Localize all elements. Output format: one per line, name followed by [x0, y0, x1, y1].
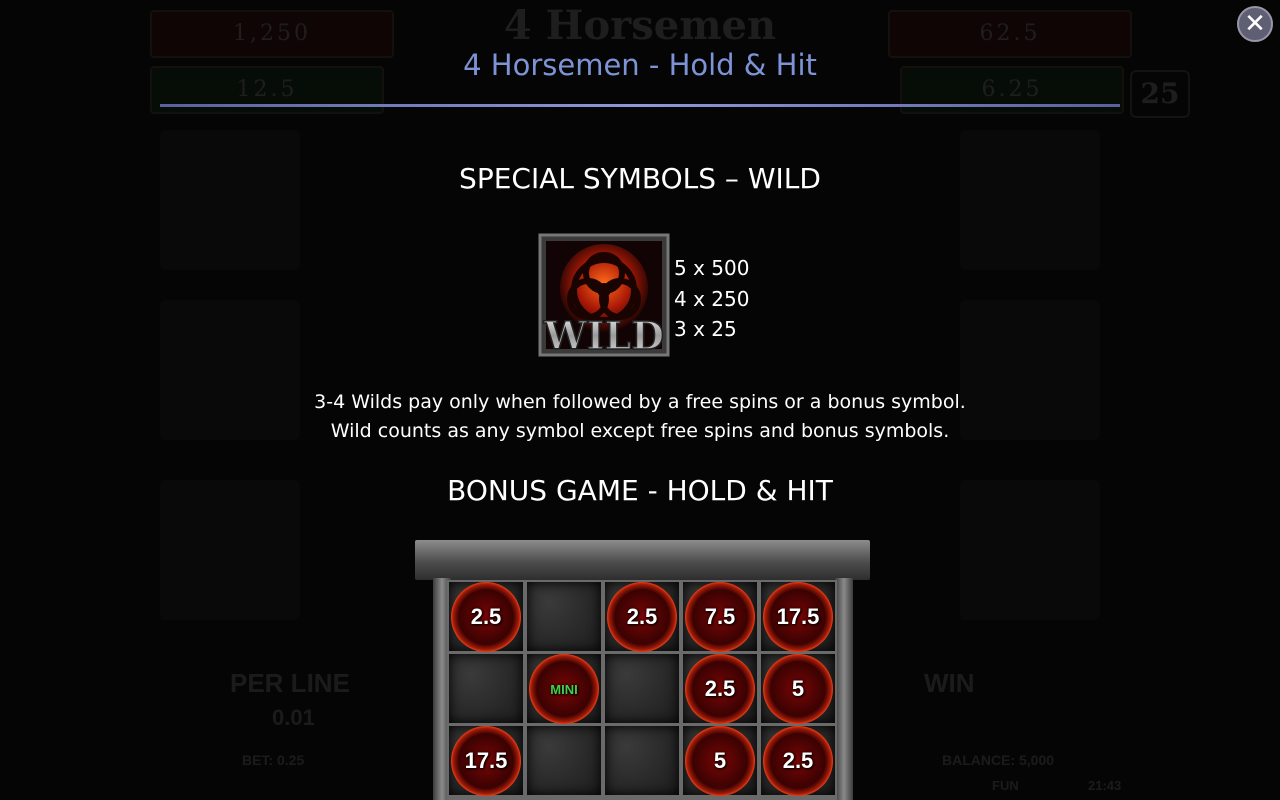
wild-symbol: WILD	[538, 233, 670, 359]
bonus-section-heading: BONUS GAME - HOLD & HIT	[447, 474, 833, 507]
bonus-grid-cell: 2.5	[449, 582, 523, 652]
wild-symbol-text: WILD	[543, 313, 664, 357]
bonus-grid-cell: MINI	[527, 654, 601, 724]
bonus-grid: 2.5 2.5 7.5 17.5 MINI 2.5 5 17.5 5 2.5	[447, 580, 837, 800]
biohazard-icon: WILD	[538, 233, 670, 359]
title-divider	[160, 104, 1120, 107]
mini-jackpot-orb: MINI	[529, 654, 599, 724]
bonus-value-orb: 2.5	[763, 726, 833, 796]
payout-4: 4 x 250	[674, 286, 750, 311]
wild-payouts: 5 x 500 4 x 250 3 x 25	[674, 253, 749, 345]
bonus-grid-cell: 5	[761, 654, 835, 724]
bonus-grid-cell	[527, 582, 601, 651]
bonus-grid-cell: 5	[683, 726, 757, 796]
bonus-value-orb: 17.5	[763, 582, 833, 652]
bonus-value-orb: 7.5	[685, 582, 755, 652]
bonus-grid-cell: 17.5	[449, 726, 523, 796]
bonus-grid-cell: 17.5	[761, 582, 835, 652]
bonus-value-orb: 5	[685, 726, 755, 796]
bonus-value-orb: 2.5	[607, 582, 677, 652]
wild-rule-1: 3-4 Wilds pay only when followed by a fr…	[314, 391, 966, 413]
close-icon: ✕	[1244, 9, 1266, 39]
wild-description: 3-4 Wilds pay only when followed by a fr…	[0, 388, 1280, 446]
board-frame-top	[415, 540, 870, 580]
bonus-grid-cell: 2.5	[605, 582, 679, 652]
board-frame-right	[835, 578, 853, 800]
close-button[interactable]: ✕	[1237, 6, 1273, 42]
bonus-board: 2.5 2.5 7.5 17.5 MINI 2.5 5 17.5 5 2.5	[415, 540, 870, 800]
wild-section-heading: SPECIAL SYMBOLS – WILD	[459, 162, 821, 195]
bonus-grid-cell	[527, 726, 601, 795]
bonus-value-orb: 5	[763, 654, 833, 724]
bonus-grid-cell: 7.5	[683, 582, 757, 652]
bonus-grid-cell	[605, 654, 679, 723]
bonus-grid-cell	[449, 654, 523, 723]
bonus-value-orb: 17.5	[451, 726, 521, 796]
page-title: 4 Horsemen - Hold & Hit	[463, 48, 817, 82]
bonus-grid-cell	[605, 726, 679, 795]
paytable-overlay: 4 Horsemen - Hold & Hit ✕ SPECIAL SYMBOL…	[0, 0, 1280, 800]
payout-5: 5 x 500	[674, 256, 750, 280]
bonus-value-orb: 2.5	[451, 582, 521, 652]
payout-3: 3 x 25	[674, 317, 737, 341]
bonus-grid-cell: 2.5	[761, 726, 835, 796]
bonus-value-orb: 2.5	[685, 654, 755, 724]
bonus-grid-cell: 2.5	[683, 654, 757, 724]
wild-rule-2: Wild counts as any symbol except free sp…	[330, 420, 950, 442]
